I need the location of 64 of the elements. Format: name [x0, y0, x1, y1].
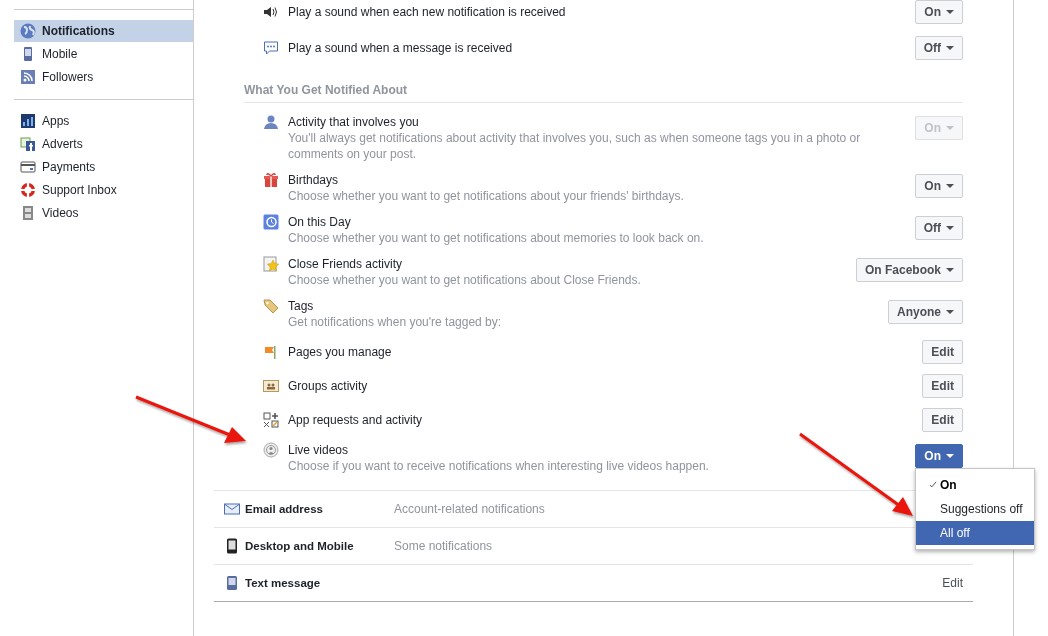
menu-item[interactable]: On [916, 473, 1034, 497]
star-icon [263, 256, 279, 272]
dropdown-button[interactable]: Off [914, 216, 963, 240]
dropdown-button[interactable]: On [915, 0, 963, 24]
setting-description: Choose if you want to receive notifications when interesting live videos happen. [288, 458, 710, 474]
dropdown-button[interactable]: Anyone [888, 300, 963, 324]
setting-title: Live videos [288, 442, 350, 458]
speaker-icon [263, 4, 279, 20]
sidebar-item[interactable]: Adverts [14, 133, 193, 155]
menu-item[interactable]: All off [916, 521, 1034, 545]
clock-icon [263, 214, 279, 230]
setting-label: Play a sound when each new notification is received [288, 4, 567, 20]
broadcast-icon [263, 442, 279, 458]
apps-icon [263, 412, 279, 428]
edit-button[interactable]: Edit [922, 374, 963, 398]
phone-icon [224, 575, 240, 591]
person-icon [263, 114, 279, 130]
sidebar-item[interactable]: Apps [14, 110, 193, 132]
card-icon [20, 159, 36, 175]
lifebuoy-icon [20, 182, 36, 198]
sidebar-item[interactable]: Followers [14, 66, 193, 88]
setting-title: Tags [288, 298, 315, 314]
menu-item[interactable]: Suggestions off [916, 497, 1034, 521]
setting-description: Choose whether you want to get notifications about Close Friends. [288, 272, 642, 288]
section-heading: What You Get Notified About [244, 66, 963, 103]
group-icon [263, 378, 279, 394]
setting-title: On this Day [288, 214, 352, 230]
sidebar-item[interactable]: Notifications [14, 20, 193, 42]
setting-title: Close Friends activity [288, 256, 404, 272]
gift-icon [263, 172, 279, 188]
phone-icon [224, 538, 240, 554]
sidebar-item[interactable]: Payments [14, 156, 193, 178]
channel-summary: Some notifications [394, 539, 494, 553]
setting-title: Groups activity [288, 378, 369, 394]
setting-title: Pages you manage [288, 344, 393, 360]
channel-name: Email address [245, 503, 324, 515]
setting-label: Play a sound when a message is received [288, 40, 514, 56]
rss-icon [20, 69, 36, 85]
channel-name: Desktop and Mobile [245, 540, 355, 552]
setting-title: App requests and activity [288, 412, 424, 428]
channel-name: Text message [245, 577, 322, 589]
setting-title: Activity that involves you [288, 114, 420, 130]
tag-icon [263, 298, 279, 314]
sidebar-item[interactable]: Support Inbox [14, 179, 193, 201]
sidebar-item[interactable]: Mobile [14, 43, 193, 65]
edit-button[interactable]: Edit [922, 408, 963, 432]
edit-link[interactable]: Edit [942, 576, 963, 590]
envelope-icon [224, 501, 240, 517]
sidebar-item[interactable]: Videos [14, 202, 193, 224]
chart-icon [20, 113, 36, 129]
dropdown-button[interactable]: On [915, 444, 963, 468]
setting-description: Choose whether you want to get notifications about memories to look back on. [288, 230, 705, 246]
chat-bubble-icon [263, 40, 279, 56]
setting-description: You'll always get notifications about activity that involves you, such as when someone tags you in a photo or comments on your post. [288, 130, 862, 162]
dropdown-button[interactable]: Off [914, 36, 963, 60]
dropdown-button[interactable]: On [915, 174, 963, 198]
film-icon [20, 205, 36, 221]
globe-icon [20, 23, 36, 39]
check-icon [928, 480, 938, 490]
setting-description: Choose whether you want to get notifications about your friends' birthdays. [288, 188, 685, 204]
setting-description: Get notifications when you're tagged by: [288, 314, 503, 330]
dropdown-button[interactable]: On Facebook [856, 258, 963, 282]
edit-button[interactable]: Edit [922, 340, 963, 364]
setting-title: Birthdays [288, 172, 340, 188]
